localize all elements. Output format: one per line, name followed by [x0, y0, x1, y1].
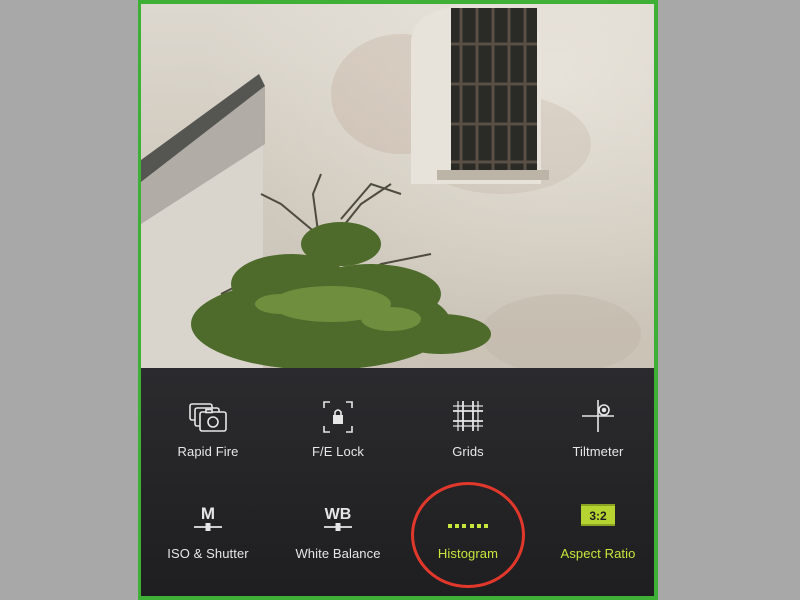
grid-icon [444, 398, 492, 438]
rapid-fire-button[interactable]: Rapid Fire [143, 398, 273, 478]
aspect-ratio-icon: 3:2 [574, 500, 622, 540]
grids-label: Grids [452, 444, 484, 459]
aspect-ratio-label: Aspect Ratio [560, 546, 636, 561]
camera-stack-icon [184, 398, 232, 438]
focus-lock-icon [314, 398, 362, 438]
aspect-ratio-icon-text: 3:2 [589, 509, 607, 523]
aspect-ratio-button[interactable]: 3:2 Aspect Ratio [533, 500, 654, 580]
manual-slider-icon: M [184, 500, 232, 540]
rapid-fire-label: Rapid Fire [177, 444, 239, 459]
wall-stain [481, 294, 641, 372]
manual-icon-text: M [201, 504, 215, 523]
iso-shutter-button[interactable]: M ISO & Shutter [143, 500, 273, 580]
viewfinder-scene [141, 6, 641, 372]
fe-lock-button[interactable]: F/E Lock [273, 398, 403, 478]
fe-lock-label: F/E Lock [311, 444, 365, 459]
window-sill [437, 170, 549, 180]
iso-shutter-label: ISO & Shutter [167, 546, 249, 561]
tiltmeter-label: Tiltmeter [572, 444, 624, 459]
camera-viewfinder[interactable] [141, 4, 654, 372]
white-balance-button[interactable]: WB White Balance [273, 500, 403, 580]
white-balance-icon-text: WB [325, 506, 352, 523]
grids-button[interactable]: Grids [403, 398, 533, 478]
highlight-circle [411, 482, 525, 588]
crosshair-icon [574, 398, 622, 438]
tiltmeter-button[interactable]: Tiltmeter [533, 398, 654, 478]
camera-app-screen: Rapid Fire F/E Lock Grids Tiltmeter M IS… [138, 0, 658, 600]
white-balance-label: White Balance [295, 546, 381, 561]
white-balance-slider-icon: WB [314, 500, 362, 540]
